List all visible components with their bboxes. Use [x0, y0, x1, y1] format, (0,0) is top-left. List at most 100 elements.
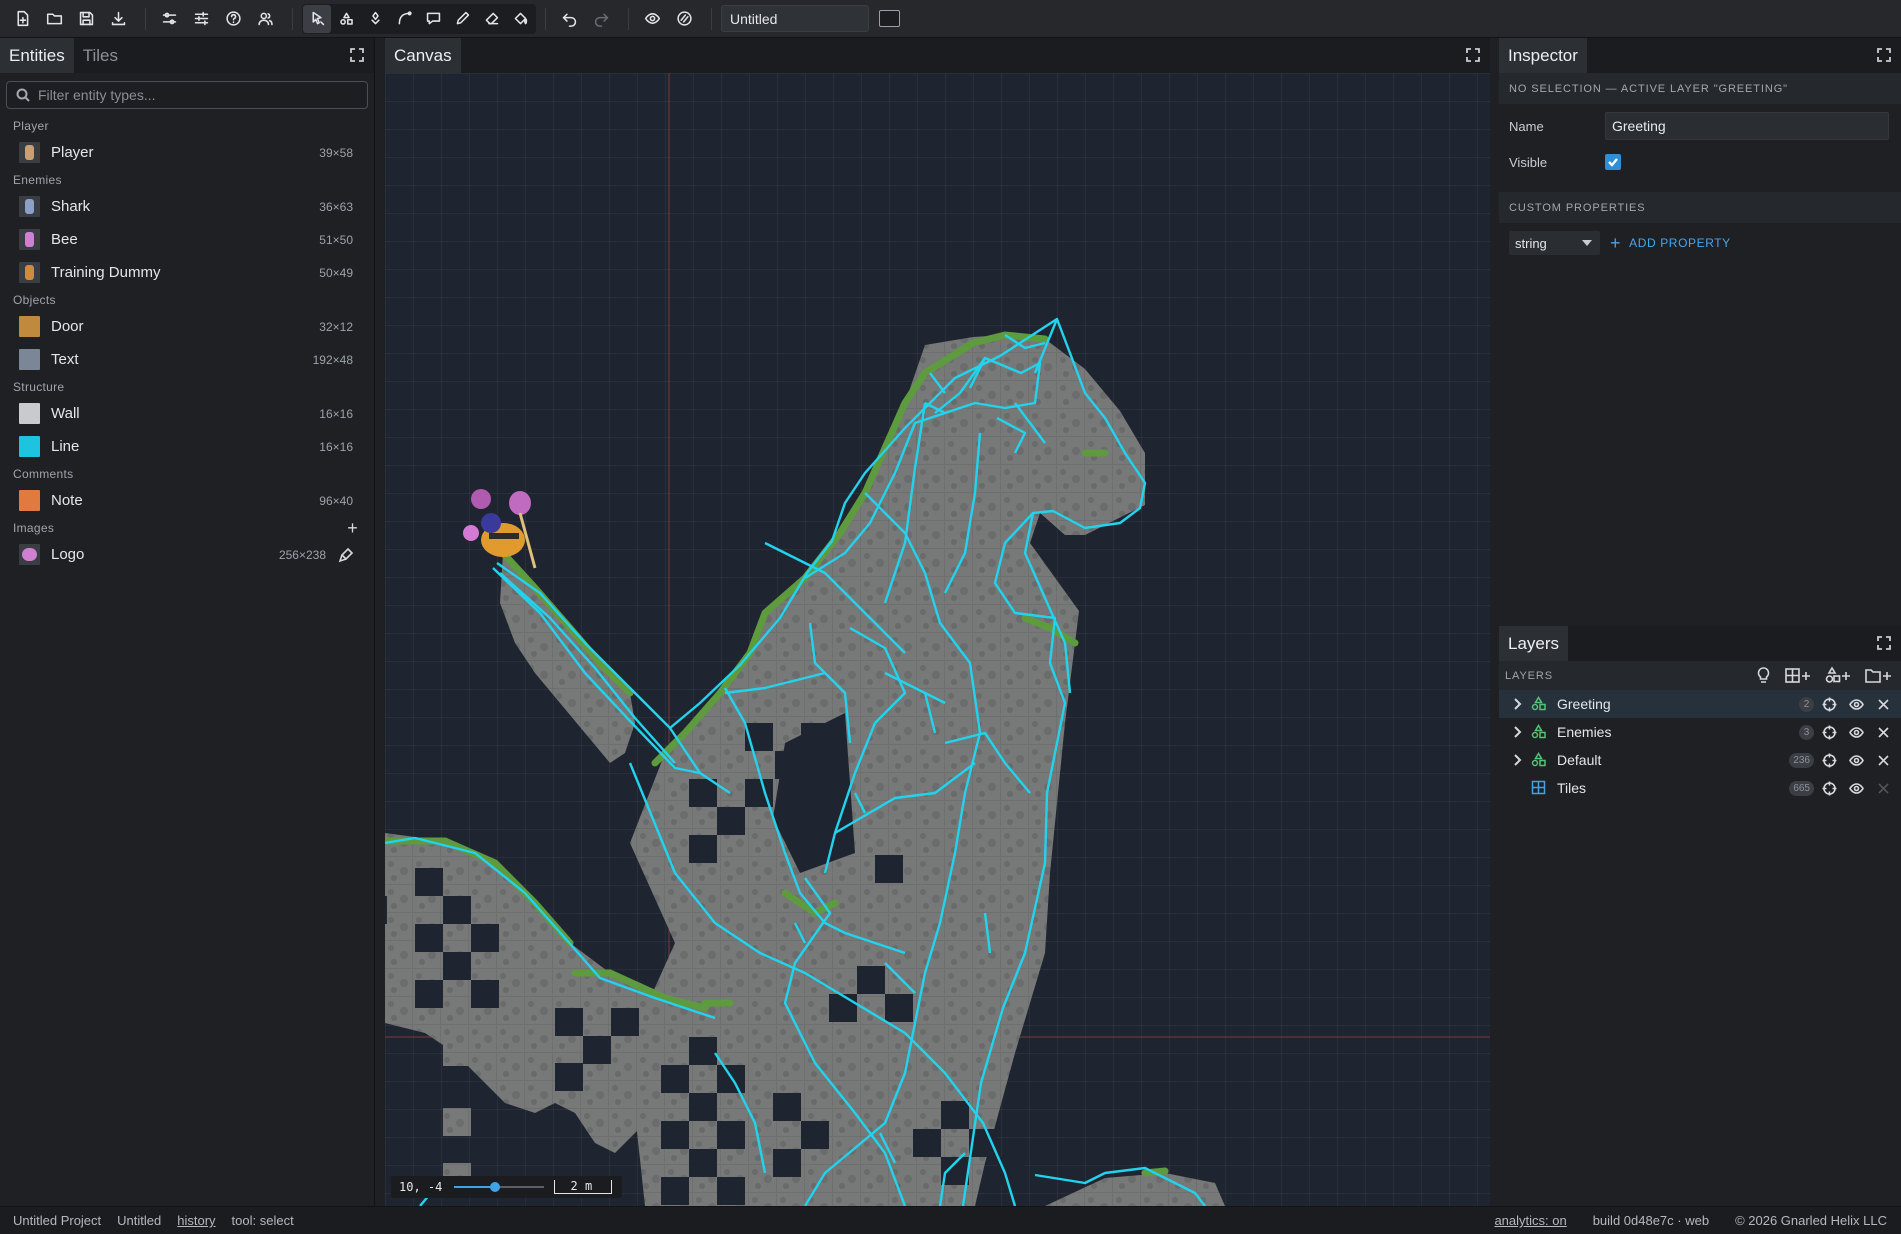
close-icon[interactable] [1875, 724, 1891, 740]
entity-item-text[interactable]: Text 192×48 [0, 343, 374, 376]
help-icon[interactable] [219, 5, 247, 33]
curve-tool-icon[interactable] [390, 5, 418, 33]
open-folder-icon[interactable] [40, 5, 68, 33]
entities-panel: Entities Tiles PlayerPlayer 39×58 Enemies S… [0, 38, 375, 1206]
new-file-icon[interactable] [8, 5, 36, 33]
download-icon[interactable] [104, 5, 132, 33]
expand-icon[interactable] [1877, 48, 1891, 62]
layer-name: Enemies [1557, 724, 1612, 740]
visible-row: Visible [1499, 144, 1901, 180]
layer-row-enemies[interactable]: Enemies 3 [1499, 718, 1901, 746]
lightbulb-icon[interactable] [1754, 666, 1773, 685]
brush-icon[interactable] [338, 547, 354, 563]
category-header: Enemies [13, 172, 62, 187]
category-header-images: Images + [0, 517, 374, 538]
category-header: Structure [13, 379, 65, 394]
add-tile-layer-icon[interactable] [1785, 666, 1813, 685]
target-icon[interactable] [1821, 696, 1837, 712]
property-type-select[interactable]: string [1509, 231, 1600, 255]
tab-canvas[interactable]: Canvas [385, 38, 461, 73]
entity-label: Note [51, 492, 83, 509]
select-tool-icon[interactable] [303, 4, 331, 33]
add-property-button[interactable]: + ADD PROPERTY [1610, 233, 1731, 254]
plus-icon: + [1610, 232, 1622, 253]
tab-entities[interactable]: Entities [0, 38, 74, 73]
users-icon[interactable] [251, 5, 279, 33]
eye-icon[interactable] [1848, 724, 1864, 740]
entity-item-bee[interactable]: Bee 51×50 [0, 223, 374, 256]
layers-header: LAYERS [1499, 661, 1901, 690]
tune-icon[interactable] [187, 5, 215, 33]
tile-layer-icon [1531, 780, 1547, 796]
entity-item-line[interactable]: Line 16×16 [0, 430, 374, 463]
eye-icon[interactable] [1848, 780, 1864, 796]
add-image-icon[interactable]: + [347, 518, 358, 539]
status-project: Untitled Project [13, 1213, 102, 1228]
entity-size: 32×12 [319, 319, 353, 334]
entity-item-player[interactable]: Player 39×58 [0, 136, 374, 169]
close-icon [1875, 780, 1891, 796]
visible-label: Visible [1509, 154, 1548, 170]
entity-item-door[interactable]: Door 32×12 [0, 310, 374, 343]
eraser-tool-icon[interactable] [477, 5, 505, 33]
image-item-logo[interactable]: Logo 256×238 [0, 538, 374, 571]
play-test-icon[interactable] [670, 5, 698, 33]
layer-name-input[interactable] [1605, 112, 1889, 140]
paint-tool-icon[interactable] [361, 5, 389, 33]
layer-list: Greeting 2 Enemies 3 Default 236 Tiles 665 [1499, 690, 1901, 802]
layer-row-tiles[interactable]: Tiles 665 [1499, 774, 1901, 802]
add-entity-layer-icon[interactable] [1825, 666, 1853, 685]
analytics-toggle[interactable]: analytics: on [1494, 1213, 1566, 1228]
expand-icon[interactable] [1466, 48, 1480, 62]
visible-checkbox[interactable] [1605, 154, 1621, 170]
close-icon[interactable] [1875, 696, 1891, 712]
color-swatch [19, 436, 40, 457]
layer-row-greeting[interactable]: Greeting 2 [1499, 690, 1901, 718]
category-label: Images [13, 520, 55, 535]
zoom-slider[interactable] [454, 1177, 545, 1197]
layer-row-default[interactable]: Default 236 [1499, 746, 1901, 774]
undo-icon[interactable] [555, 5, 583, 33]
terrain-tiles [385, 335, 1225, 1206]
eye-icon[interactable] [1848, 752, 1864, 768]
build-info: build 0d48e7c · web [1592, 1213, 1710, 1228]
save-icon[interactable] [72, 5, 100, 33]
document-title-input[interactable] [721, 5, 869, 32]
pencil-tool-icon[interactable] [448, 5, 476, 33]
zoom-knob[interactable] [489, 1182, 500, 1192]
level-canvas[interactable]: 10, -4 2 m [385, 73, 1490, 1206]
entity-item-training-dummy[interactable]: Training Dummy 50×49 [0, 256, 374, 289]
chevron-right-icon[interactable] [1507, 725, 1527, 739]
background-color-swatch[interactable] [879, 10, 900, 27]
target-icon[interactable] [1821, 724, 1837, 740]
entity-item-wall[interactable]: Wall 16×16 [0, 397, 374, 430]
expand-icon[interactable] [1877, 636, 1891, 650]
add-folder-icon[interactable] [1865, 666, 1893, 685]
sliders-icon[interactable] [155, 5, 183, 33]
filter-entity-input[interactable] [38, 87, 338, 103]
entity-item-shark[interactable]: Shark 36×63 [0, 190, 374, 223]
tab-tiles[interactable]: Tiles [74, 38, 127, 73]
target-icon[interactable] [1821, 752, 1837, 768]
entity-tool-icon[interactable] [332, 5, 360, 33]
preview-eye-icon[interactable] [638, 5, 666, 33]
chevron-right-icon[interactable] [1507, 697, 1527, 711]
target-icon[interactable] [1821, 780, 1837, 796]
eye-icon[interactable] [1848, 696, 1864, 712]
expand-icon[interactable] [350, 48, 364, 62]
player-entity[interactable] [463, 489, 537, 569]
close-icon[interactable] [1875, 752, 1891, 768]
redo-icon[interactable] [587, 5, 615, 33]
chevron-right-icon[interactable] [1507, 753, 1527, 767]
tab-layers[interactable]: Layers [1499, 626, 1569, 661]
sprite-thumbnail-icon [19, 142, 40, 163]
comment-tool-icon[interactable] [419, 5, 447, 33]
tab-inspector[interactable]: Inspector [1499, 38, 1587, 73]
entity-item-note[interactable]: Note 96×40 [0, 484, 374, 517]
history-link[interactable]: history [177, 1213, 215, 1228]
entity-label: Door [51, 318, 84, 335]
fill-tool-icon[interactable] [506, 5, 534, 33]
toolbar-divider [545, 7, 546, 30]
entity-label: Training Dummy [51, 264, 161, 281]
entity-size: 39×58 [319, 145, 353, 160]
